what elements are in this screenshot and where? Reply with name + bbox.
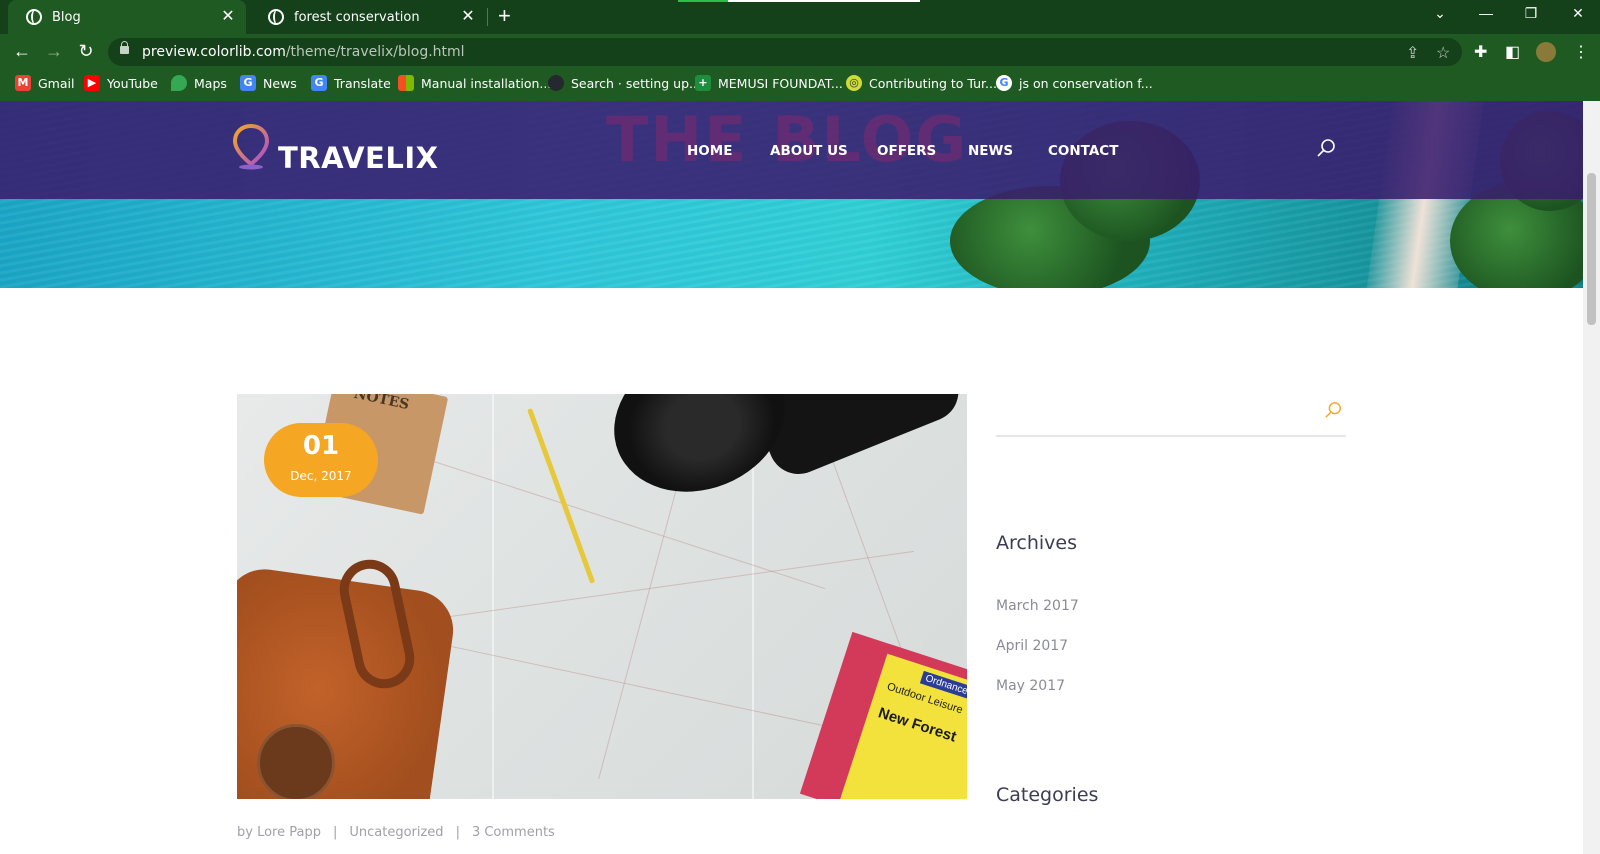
nav-offers[interactable]: OFFERS <box>877 143 936 159</box>
nav-news[interactable]: NEWS <box>968 143 1013 159</box>
microsoft-icon <box>398 75 414 91</box>
tab-progress-track <box>728 0 920 2</box>
google-icon: G <box>996 75 1012 91</box>
map-road <box>598 488 677 780</box>
nav-about-us[interactable]: ABOUT US <box>770 143 848 159</box>
bookmark-js-conservation[interactable]: Gjs on conservation f... <box>996 75 1153 91</box>
map-fold <box>492 394 494 799</box>
post-month-year: Dec, 2017 <box>290 469 352 483</box>
archive-link[interactable]: March 2017 <box>996 598 1079 614</box>
site-header: THE BLOG TRAVELIX HOME ABOUT US OFFERS N… <box>0 101 1583 199</box>
bookmark-youtube[interactable]: ▶ YouTube <box>84 75 158 91</box>
new-tab-icon[interactable]: + <box>498 5 511 27</box>
youtube-icon: ▶ <box>84 75 100 91</box>
post-comments[interactable]: 3 Comments <box>472 825 555 840</box>
tab-progress <box>678 0 728 2</box>
meta-separator: | <box>455 825 460 840</box>
post-category[interactable]: Uncategorized <box>349 825 443 840</box>
tab-strip: Blog ✕ forest conservation ✕ + ⌄ — ❐ ✕ <box>0 0 1600 34</box>
sidebar-search-input[interactable] <box>996 393 1346 437</box>
bookmark-gmail[interactable]: M Gmail <box>15 75 74 91</box>
maps-icon <box>171 75 187 91</box>
browser-chrome: Blog ✕ forest conservation ✕ + ⌄ — ❐ ✕ ←… <box>0 0 1600 101</box>
globe-icon <box>268 9 284 25</box>
url-text: preview.colorlib.com/theme/travelix/blog… <box>142 44 465 60</box>
menu-kebab-icon[interactable]: ⋮ <box>1573 42 1589 62</box>
globe-icon <box>26 9 42 25</box>
post-author[interactable]: by Lore Papp <box>237 825 321 840</box>
backpack-logo <box>257 724 335 799</box>
bookmark-news[interactable]: G News <box>240 75 297 91</box>
nav-contact[interactable]: CONTACT <box>1048 143 1118 159</box>
window-close-icon[interactable]: ✕ <box>1566 5 1590 22</box>
meta-separator: | <box>332 825 338 840</box>
tab-blog[interactable]: Blog ✕ <box>8 0 246 34</box>
profile-avatar[interactable] <box>1536 42 1556 62</box>
star-icon[interactable]: ☆ <box>1436 43 1450 63</box>
categories-heading: Categories <box>996 784 1099 806</box>
memusi-icon: + <box>695 75 711 91</box>
minimize-icon[interactable]: — <box>1474 5 1498 21</box>
map-pin-icon <box>233 124 269 170</box>
scrollbar-thumb[interactable] <box>1587 173 1596 325</box>
bookmark-memusi[interactable]: + MEMUSI FOUNDAT... <box>695 75 843 91</box>
side-panel-icon[interactable]: ◧ <box>1505 42 1520 62</box>
nav-home[interactable]: HOME <box>687 143 732 159</box>
tab-forest-conservation[interactable]: forest conservation ✕ <box>250 0 486 34</box>
hero-title: THE BLOG <box>606 103 969 176</box>
search-icon[interactable] <box>1316 138 1336 158</box>
web-page: THE BLOG TRAVELIX HOME ABOUT US OFFERS N… <box>0 101 1583 854</box>
bookmark-manual-installation[interactable]: Manual installation... <box>398 75 551 91</box>
site-logo[interactable]: TRAVELIX <box>278 141 438 175</box>
lock-icon <box>120 41 129 54</box>
browser-toolbar: ← → ↻ preview.colorlib.com/theme/traveli… <box>0 34 1600 68</box>
news-icon: G <box>240 75 256 91</box>
back-arrow-icon[interactable]: ← <box>11 40 33 62</box>
close-icon[interactable]: ✕ <box>460 8 476 24</box>
close-icon[interactable]: ✕ <box>220 8 236 24</box>
archives-heading: Archives <box>996 532 1077 554</box>
archive-link[interactable]: May 2017 <box>996 678 1065 694</box>
extensions-icon[interactable]: ✚ <box>1474 42 1487 62</box>
share-icon[interactable]: ⇪ <box>1406 43 1419 63</box>
bookmark-translate[interactable]: G Translate <box>311 75 391 91</box>
post-meta: by Lore Papp | Uncategorized | 3 Comments <box>237 825 555 840</box>
archive-link[interactable]: April 2017 <box>996 638 1068 654</box>
folded-maps: Ordnance Survey Outdoor Leisure New Fore… <box>799 631 967 799</box>
tab-title: Blog <box>52 9 81 25</box>
bookmark-maps[interactable]: Maps <box>171 75 227 91</box>
forward-arrow-icon[interactable]: → <box>43 40 65 62</box>
bookmark-github-search[interactable]: Search · setting up... <box>548 75 701 91</box>
bookmark-contributing[interactable]: ◎ Contributing to Tur... <box>846 75 997 91</box>
search-icon[interactable] <box>1324 401 1342 419</box>
address-bar[interactable]: preview.colorlib.com/theme/travelix/blog… <box>108 38 1462 66</box>
reload-icon[interactable]: ↻ <box>75 40 97 62</box>
restore-icon[interactable]: ❐ <box>1519 5 1543 22</box>
page-scrollbar[interactable] <box>1583 101 1600 854</box>
post-day: 01 <box>302 431 340 461</box>
gmail-icon: M <box>15 75 31 91</box>
tab-search-chevron-icon[interactable]: ⌄ <box>1428 5 1452 22</box>
github-icon <box>548 75 564 91</box>
translate-icon: G <box>311 75 327 91</box>
tab-separator <box>487 8 488 26</box>
tab-title: forest conservation <box>294 9 420 25</box>
bookmarks-bar: M Gmail ▶ YouTube Maps G News G Translate Ma… <box>0 68 1600 101</box>
hero-banner: THE BLOG TRAVELIX HOME ABOUT US OFFERS N… <box>0 101 1583 288</box>
turtle-icon: ◎ <box>846 75 862 91</box>
post-date-badge: 01 Dec, 2017 <box>264 423 378 497</box>
